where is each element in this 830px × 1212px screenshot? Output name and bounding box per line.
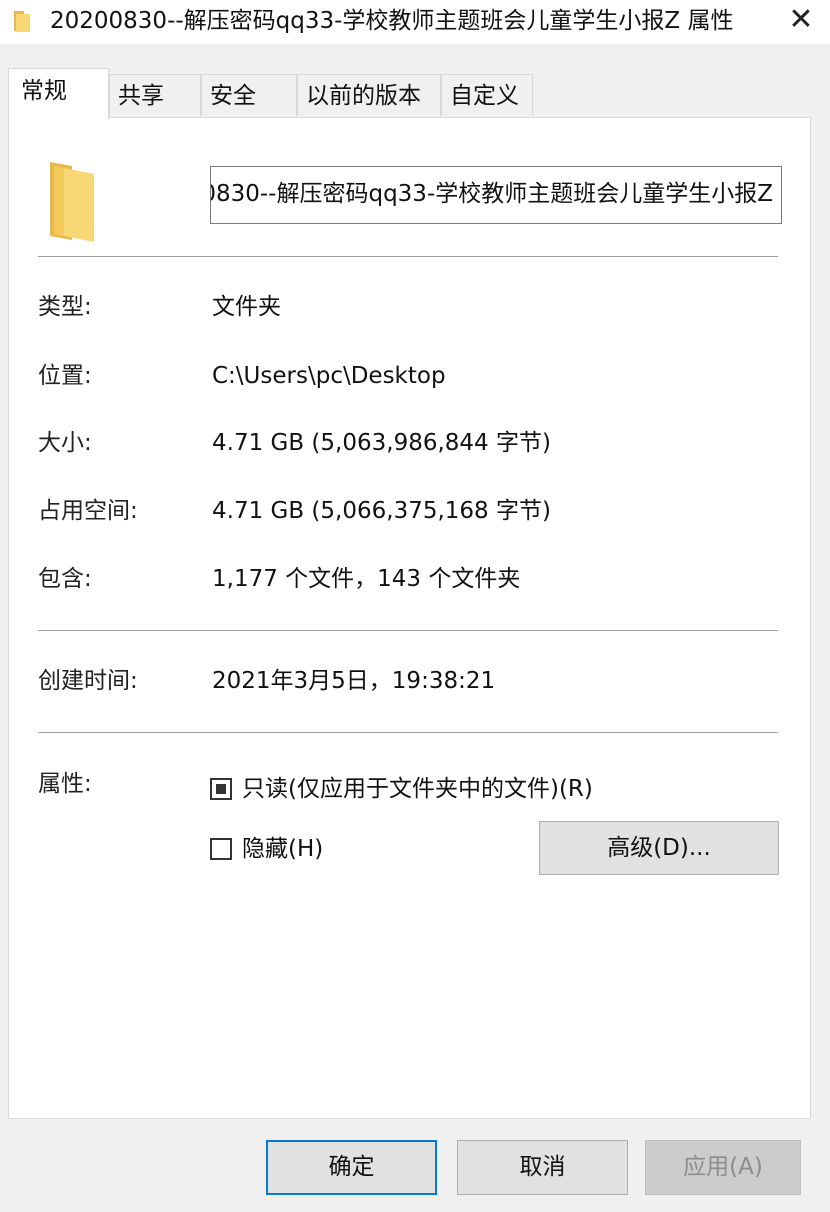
location-label: 位置:	[38, 363, 92, 389]
size-on-disk-value: 4.71 GB (5,066,375,168 字节)	[212, 498, 551, 524]
separator	[38, 630, 778, 631]
tab-sharing[interactable]: 共享	[109, 74, 201, 116]
cancel-button[interactable]: 取消	[457, 1140, 628, 1195]
type-label: 类型:	[38, 294, 92, 320]
attributes-label: 属性:	[38, 771, 92, 797]
ok-button[interactable]: 确定	[266, 1140, 437, 1195]
readonly-label[interactable]: 只读(仅应用于文件夹中的文件)(R)	[242, 774, 593, 804]
contains-label: 包含:	[38, 566, 92, 592]
contains-value: 1,177 个文件，143 个文件夹	[212, 566, 521, 592]
readonly-checkbox[interactable]	[210, 778, 232, 800]
size-label: 大小:	[38, 430, 92, 456]
tab-general[interactable]: 常规	[8, 68, 109, 120]
close-button[interactable]: ✕	[772, 0, 830, 44]
general-panel	[8, 117, 811, 1119]
advanced-button[interactable]: 高级(D)...	[539, 821, 779, 875]
folder-large-icon	[50, 162, 94, 242]
tab-security[interactable]: 安全	[201, 74, 297, 116]
title-bar: 20200830--解压密码qq33-学校教师主题班会儿童学生小报Z 属性 ✕	[0, 0, 830, 44]
created-label: 创建时间:	[38, 668, 138, 694]
hidden-label[interactable]: 隐藏(H)	[242, 834, 323, 864]
folder-name-input[interactable]: 20200830--解压密码qq33-学校教师主题班会儿童学生小报Z	[210, 166, 782, 224]
size-on-disk-label: 占用空间:	[38, 498, 138, 524]
folder-icon	[14, 11, 30, 32]
type-value: 文件夹	[212, 294, 281, 320]
indeterminate-mark	[216, 784, 226, 794]
hidden-checkbox[interactable]	[210, 838, 232, 860]
created-value: 2021年3月5日，19:38:21	[212, 668, 496, 694]
location-value: C:\Users\pc\Desktop	[212, 363, 446, 389]
folder-name-text: 20200830--解压密码qq33-学校教师主题班会儿童学生小报Z	[211, 181, 773, 207]
tab-previous-versions[interactable]: 以前的版本	[297, 74, 441, 116]
size-value: 4.71 GB (5,063,986,844 字节)	[212, 430, 551, 456]
separator	[38, 732, 778, 733]
tab-customize[interactable]: 自定义	[441, 74, 533, 116]
apply-button[interactable]: 应用(A)	[645, 1140, 801, 1195]
close-icon: ✕	[788, 2, 814, 37]
separator	[38, 256, 778, 257]
window-title: 20200830--解压密码qq33-学校教师主题班会儿童学生小报Z 属性	[50, 8, 734, 34]
